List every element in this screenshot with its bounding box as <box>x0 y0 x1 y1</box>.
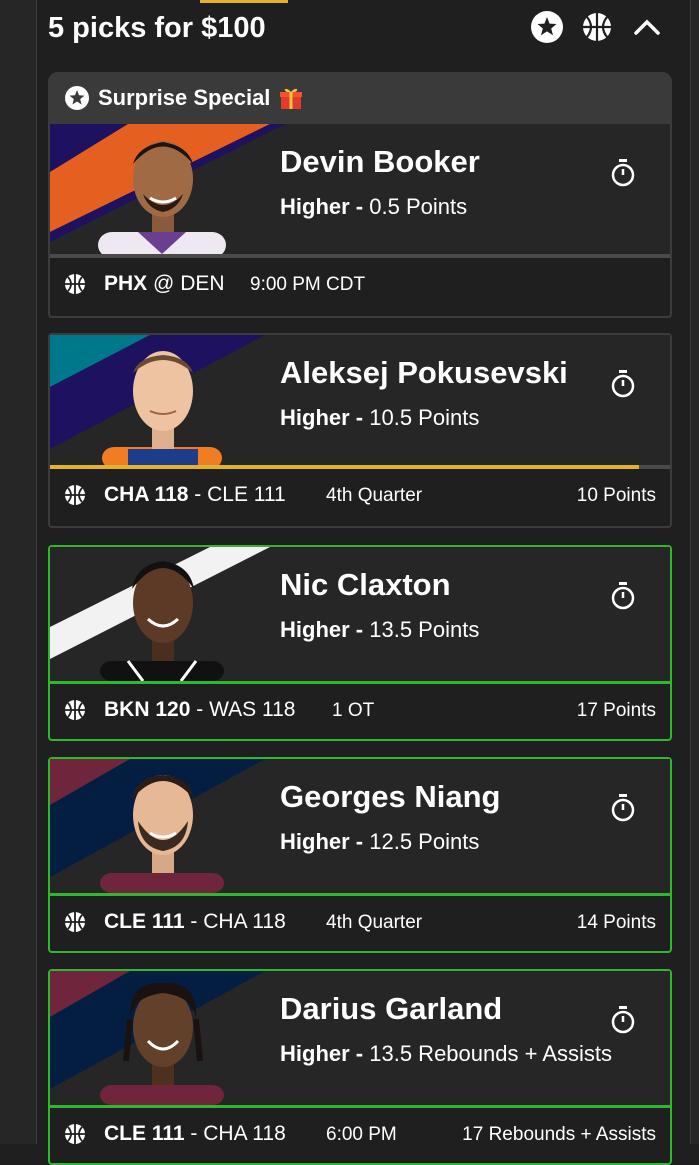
chevron-up-icon[interactable] <box>630 10 664 44</box>
top-tab-indicator <box>200 0 288 3</box>
pick-stat: 12.5 Points <box>369 829 480 854</box>
matchup-separator: - <box>196 698 204 721</box>
current-stat: 17 Rebounds + Assists <box>462 1124 656 1145</box>
game-status: 9:00 PM CDT <box>250 274 366 295</box>
promo-banner: Surprise Special <box>48 72 672 124</box>
pick-line: Higher - 12.5 Points <box>280 829 480 854</box>
player-name: Devin Booker <box>280 144 480 179</box>
player-name: Nic Claxton <box>280 567 451 602</box>
right-scrollbar[interactable] <box>690 0 699 1144</box>
pick-stat: 13.5 Points <box>369 617 480 642</box>
star-icon <box>65 86 89 110</box>
matchup: CLE 111 - CHA 118 <box>104 1122 286 1146</box>
game-status: 6:00 PM <box>326 1124 397 1145</box>
team-1: BKN 120 <box>104 698 191 721</box>
team-2: CLE 111 <box>207 483 286 506</box>
pick-line: Higher - 13.5 Points <box>280 617 480 642</box>
player-name: Georges Niang <box>280 779 501 814</box>
pick-stat: 13.5 Rebounds + Assists <box>369 1041 613 1066</box>
timer-icon <box>611 159 635 187</box>
pick-card[interactable]: Georges Niang Higher - 12.5 Points CLE 1… <box>48 757 672 953</box>
team-1: CHA 118 <box>104 483 189 506</box>
entry-header: 5 picks for $100 <box>48 8 672 50</box>
matchup-separator: - <box>190 910 198 933</box>
pick-direction: Higher <box>280 1041 350 1066</box>
timer-icon <box>611 582 635 610</box>
player-name: Darius Garland <box>280 991 503 1026</box>
basketball-icon <box>65 1124 85 1144</box>
basketball-icon <box>65 912 85 932</box>
banner-label: Surprise Special <box>98 85 271 110</box>
star-icon[interactable] <box>530 10 564 44</box>
entry-title: 5 picks for $100 <box>48 12 266 44</box>
timer-icon <box>611 1006 635 1034</box>
team-1: CLE 111 <box>104 1122 185 1145</box>
pick-direction: Higher <box>280 829 350 854</box>
pick-line: Higher - 0.5 Points <box>280 194 468 219</box>
matchup: BKN 120 - WAS 118 <box>104 698 295 722</box>
timer-icon <box>611 370 635 398</box>
team-1: PHX <box>104 272 148 295</box>
game-status: 4th Quarter <box>326 912 423 933</box>
pick-line: Higher - 10.5 Points <box>280 405 480 430</box>
matchup: CHA 118 - CLE 111 <box>104 483 286 507</box>
game-status: 1 OT <box>332 700 375 721</box>
team-2: DEN <box>180 272 225 295</box>
pick-stat: 10.5 Points <box>369 405 480 430</box>
matchup: CLE 111 - CHA 118 <box>104 910 286 934</box>
team-2: CHA 118 <box>203 1122 286 1145</box>
matchup: PHX @ DEN <box>104 272 225 296</box>
team-2: CHA 118 <box>203 910 286 933</box>
current-stat: 10 Points <box>576 485 656 506</box>
basketball-icon[interactable] <box>580 10 614 44</box>
timer-icon <box>611 794 635 822</box>
pick-direction: Higher <box>280 194 350 219</box>
basketball-icon <box>65 274 85 294</box>
current-stat: 14 Points <box>576 912 656 933</box>
pick-direction: Higher <box>280 405 350 430</box>
left-rail <box>0 0 37 1144</box>
team-2: WAS 118 <box>209 698 296 721</box>
matchup-separator: @ <box>153 272 175 295</box>
pick-card[interactable]: Nic Claxton Higher - 13.5 Points BKN 120… <box>48 545 672 741</box>
pick-card[interactable]: Darius Garland Higher - 13.5 Rebounds + … <box>48 969 672 1165</box>
basketball-icon <box>65 700 85 720</box>
player-name: Aleksej Pokusevski <box>280 355 568 390</box>
game-status: 4th Quarter <box>326 485 423 506</box>
gift-icon <box>280 88 303 109</box>
pick-stat: 0.5 Points <box>369 194 468 219</box>
pick-card[interactable]: Devin Booker Higher - 0.5 Points PHX @ D… <box>48 124 672 318</box>
team-1: CLE 111 <box>104 910 185 933</box>
current-stat: 17 Points <box>576 700 656 721</box>
pick-card[interactable]: Aleksej Pokusevski Higher - 10.5 Points … <box>48 333 672 528</box>
matchup-separator: - <box>190 1122 198 1145</box>
matchup-separator: - <box>194 483 202 506</box>
pick-direction: Higher <box>280 617 350 642</box>
basketball-icon <box>65 485 85 505</box>
pick-line: Higher - 13.5 Rebounds + Assists <box>280 1041 613 1066</box>
